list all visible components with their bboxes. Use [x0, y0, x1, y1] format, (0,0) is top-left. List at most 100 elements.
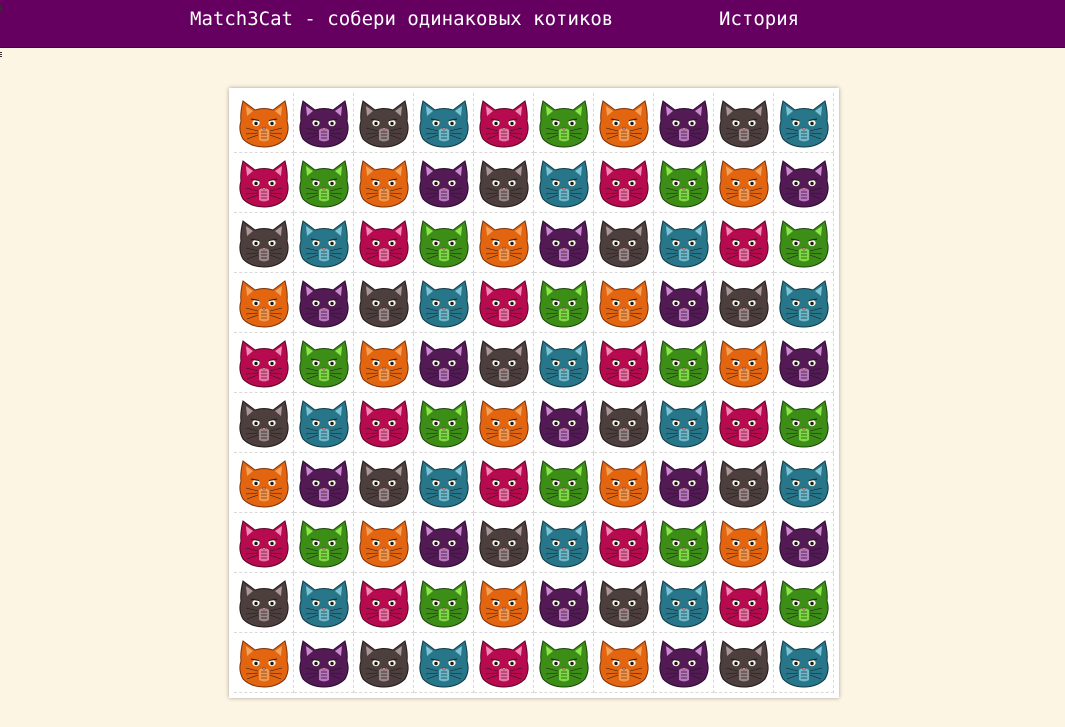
cat-tile-purple[interactable]	[654, 633, 714, 693]
cat-tile-orange[interactable]	[234, 453, 294, 513]
cat-tile-purple[interactable]	[414, 153, 474, 213]
cat-tile-purple[interactable]	[534, 573, 594, 633]
cat-tile-brown[interactable]	[594, 393, 654, 453]
cat-tile-teal[interactable]	[654, 393, 714, 453]
cat-tile-orange[interactable]	[234, 633, 294, 693]
cat-tile-teal[interactable]	[414, 453, 474, 513]
cat-tile-brown[interactable]	[474, 333, 534, 393]
cat-tile-teal[interactable]	[774, 453, 834, 513]
cat-tile-brown[interactable]	[714, 273, 774, 333]
cat-tile-green[interactable]	[774, 573, 834, 633]
cat-tile-orange[interactable]	[234, 93, 294, 153]
cat-tile-purple[interactable]	[774, 333, 834, 393]
cat-tile-purple[interactable]	[654, 453, 714, 513]
cat-tile-purple[interactable]	[774, 513, 834, 573]
cat-tile-teal[interactable]	[414, 93, 474, 153]
cat-tile-green[interactable]	[774, 393, 834, 453]
cat-tile-orange[interactable]	[594, 453, 654, 513]
cat-tile-teal[interactable]	[774, 633, 834, 693]
cat-tile-crimson[interactable]	[594, 513, 654, 573]
cat-tile-green[interactable]	[654, 513, 714, 573]
cat-tile-teal[interactable]	[774, 273, 834, 333]
cat-tile-teal[interactable]	[654, 573, 714, 633]
cat-tile-crimson[interactable]	[474, 633, 534, 693]
cat-tile-green[interactable]	[534, 633, 594, 693]
cat-tile-brown[interactable]	[474, 513, 534, 573]
cat-tile-teal[interactable]	[294, 573, 354, 633]
cat-tile-brown[interactable]	[714, 633, 774, 693]
cat-tile-green[interactable]	[654, 153, 714, 213]
cat-tile-crimson[interactable]	[354, 393, 414, 453]
cat-tile-orange[interactable]	[354, 333, 414, 393]
cat-tile-brown[interactable]	[354, 633, 414, 693]
cat-tile-green[interactable]	[294, 513, 354, 573]
cat-tile-orange[interactable]	[474, 213, 534, 273]
cat-tile-brown[interactable]	[354, 93, 414, 153]
cat-tile-green[interactable]	[534, 93, 594, 153]
cat-tile-green[interactable]	[414, 573, 474, 633]
cat-tile-teal[interactable]	[414, 633, 474, 693]
cat-tile-teal[interactable]	[534, 333, 594, 393]
cat-tile-purple[interactable]	[534, 213, 594, 273]
cat-tile-purple[interactable]	[414, 513, 474, 573]
cat-tile-brown[interactable]	[354, 273, 414, 333]
cat-tile-purple[interactable]	[654, 93, 714, 153]
cat-tile-teal[interactable]	[534, 513, 594, 573]
cat-tile-crimson[interactable]	[474, 273, 534, 333]
cat-tile-purple[interactable]	[414, 333, 474, 393]
history-link[interactable]: История	[719, 8, 799, 30]
cat-tile-purple[interactable]	[654, 273, 714, 333]
cat-tile-crimson[interactable]	[234, 153, 294, 213]
cat-tile-brown[interactable]	[714, 93, 774, 153]
cat-tile-purple[interactable]	[294, 273, 354, 333]
cat-tile-orange[interactable]	[354, 153, 414, 213]
cat-tile-crimson[interactable]	[354, 213, 414, 273]
cat-tile-orange[interactable]	[594, 273, 654, 333]
cat-tile-brown[interactable]	[234, 393, 294, 453]
cat-tile-brown[interactable]	[714, 453, 774, 513]
cat-tile-green[interactable]	[774, 213, 834, 273]
cat-tile-brown[interactable]	[594, 213, 654, 273]
cat-tile-orange[interactable]	[354, 513, 414, 573]
cat-tile-teal[interactable]	[654, 213, 714, 273]
cat-tile-orange[interactable]	[714, 333, 774, 393]
cat-tile-brown[interactable]	[234, 213, 294, 273]
cat-tile-green[interactable]	[414, 393, 474, 453]
cat-tile-crimson[interactable]	[714, 573, 774, 633]
cat-tile-orange[interactable]	[594, 633, 654, 693]
cat-tile-teal[interactable]	[294, 393, 354, 453]
cat-tile-crimson[interactable]	[594, 333, 654, 393]
cat-tile-orange[interactable]	[594, 93, 654, 153]
cat-tile-purple[interactable]	[294, 93, 354, 153]
cat-tile-crimson[interactable]	[474, 93, 534, 153]
cat-tile-crimson[interactable]	[234, 513, 294, 573]
cat-tile-green[interactable]	[414, 213, 474, 273]
cat-tile-crimson[interactable]	[714, 213, 774, 273]
cat-tile-green[interactable]	[534, 273, 594, 333]
cat-tile-teal[interactable]	[774, 93, 834, 153]
cat-tile-orange[interactable]	[714, 513, 774, 573]
cat-tile-orange[interactable]	[474, 573, 534, 633]
cat-tile-purple[interactable]	[534, 393, 594, 453]
cat-tile-green[interactable]	[534, 453, 594, 513]
cat-tile-orange[interactable]	[234, 273, 294, 333]
cat-tile-crimson[interactable]	[474, 453, 534, 513]
cat-tile-teal[interactable]	[414, 273, 474, 333]
cat-tile-purple[interactable]	[294, 453, 354, 513]
cat-tile-orange[interactable]	[474, 393, 534, 453]
cat-tile-brown[interactable]	[594, 573, 654, 633]
cat-tile-crimson[interactable]	[594, 153, 654, 213]
cat-tile-green[interactable]	[294, 153, 354, 213]
cat-tile-crimson[interactable]	[714, 393, 774, 453]
cat-tile-brown[interactable]	[234, 573, 294, 633]
cat-tile-teal[interactable]	[534, 153, 594, 213]
cat-tile-green[interactable]	[294, 333, 354, 393]
cat-tile-brown[interactable]	[354, 453, 414, 513]
cat-tile-crimson[interactable]	[354, 573, 414, 633]
cat-tile-teal[interactable]	[294, 213, 354, 273]
cat-tile-crimson[interactable]	[234, 333, 294, 393]
cat-tile-green[interactable]	[654, 333, 714, 393]
cat-tile-purple[interactable]	[774, 153, 834, 213]
cat-tile-brown[interactable]	[474, 153, 534, 213]
cat-tile-purple[interactable]	[294, 633, 354, 693]
